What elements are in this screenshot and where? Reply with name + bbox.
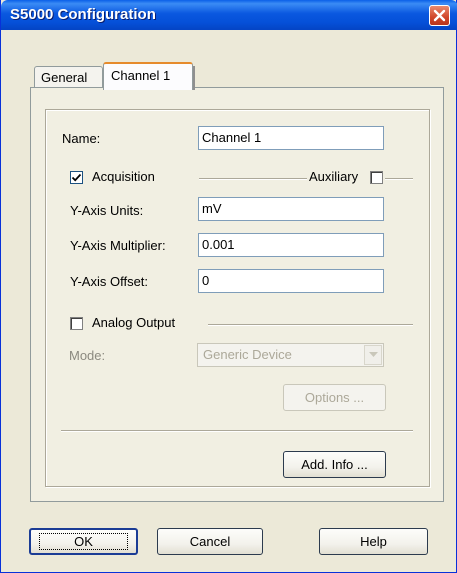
mode-select-value: Generic Device — [203, 347, 292, 362]
add-info-button[interactable]: Add. Info ... — [283, 451, 386, 478]
y-axis-offset-label: Y-Axis Offset: — [70, 274, 149, 289]
auxiliary-checkbox[interactable] — [370, 171, 383, 184]
title-bar[interactable]: S5000 Configuration — [1, 0, 457, 30]
acquisition-label: Acquisition — [92, 169, 155, 184]
ok-button[interactable]: OK — [29, 528, 138, 555]
y-axis-multiplier-input[interactable]: 0.001 — [198, 233, 384, 257]
mode-label: Mode: — [69, 348, 106, 363]
analog-output-separator — [208, 324, 413, 326]
acquisition-checkbox[interactable] — [70, 171, 83, 184]
options-button[interactable]: Options ... — [283, 384, 386, 411]
mode-select-arrow[interactable] — [364, 345, 382, 365]
checkmark-icon — [71, 173, 82, 182]
help-button[interactable]: Help — [319, 528, 428, 555]
chevron-down-icon — [368, 352, 378, 357]
y-axis-multiplier-label: Y-Axis Multiplier: — [70, 238, 166, 253]
close-icon — [433, 9, 446, 22]
auxiliary-separator — [385, 178, 413, 180]
help-button-label: Help — [360, 534, 387, 549]
y-axis-offset-input[interactable]: 0 — [198, 269, 384, 293]
close-button[interactable] — [429, 5, 450, 26]
tab-channel-1-label: Channel 1 — [111, 68, 171, 83]
window-title: S5000 Configuration — [10, 6, 156, 23]
analog-output-checkbox[interactable] — [70, 317, 83, 330]
y-axis-units-input[interactable]: mV — [198, 197, 384, 221]
y-axis-units-label: Y-Axis Units: — [70, 203, 144, 218]
auxiliary-label: Auxiliary — [309, 169, 359, 184]
info-separator — [61, 430, 413, 432]
cancel-button[interactable]: Cancel — [157, 528, 263, 555]
ok-button-label: OK — [39, 533, 128, 550]
name-label: Name: — [62, 131, 101, 146]
options-button-label: Options ... — [304, 390, 365, 405]
mode-select[interactable]: Generic Device — [197, 343, 384, 367]
acquisition-separator — [199, 178, 307, 180]
name-input[interactable]: Channel 1 — [198, 126, 384, 150]
analog-output-label: Analog Output — [92, 315, 176, 330]
tab-channel-1[interactable]: Channel 1 — [103, 62, 195, 90]
cancel-button-label: Cancel — [189, 534, 231, 549]
dialog-window: S5000 Configuration General Channel 1 Na… — [0, 0, 457, 573]
tab-general-label: General — [41, 70, 88, 85]
add-info-button-label: Add. Info ... — [301, 457, 368, 472]
